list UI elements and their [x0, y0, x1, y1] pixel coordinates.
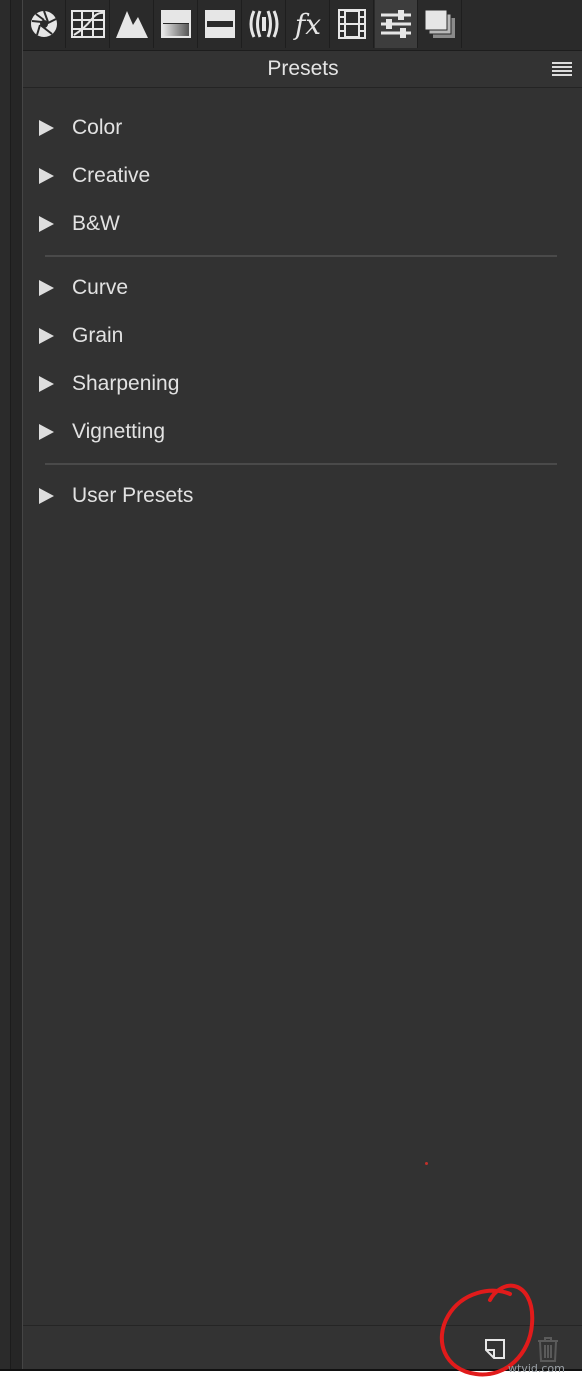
tab-aperture[interactable]	[23, 0, 66, 48]
preset-group-color[interactable]: Color	[38, 108, 122, 148]
expand-triangle-icon	[39, 168, 54, 184]
presets-panel: fx Presets Color Creative B&W Curve Grai…	[22, 0, 582, 1370]
preset-group-label: Sharpening	[72, 372, 180, 395]
tab-gradient[interactable]	[155, 0, 198, 48]
preset-group-user-presets[interactable]: User Presets	[38, 476, 193, 516]
gradient-filter-icon	[161, 10, 191, 38]
tab-presets[interactable]	[375, 0, 418, 48]
preset-group-creative[interactable]: Creative	[38, 156, 150, 196]
panel-footer	[23, 1325, 582, 1370]
tab-layers[interactable]	[419, 0, 462, 48]
panel-gap	[11, 0, 22, 1369]
tab-histogram[interactable]	[111, 0, 154, 48]
tab-film[interactable]	[331, 0, 374, 48]
tab-grid[interactable]	[67, 0, 110, 48]
preset-group-label: Creative	[72, 164, 151, 187]
left-panel-edge	[0, 0, 11, 1369]
grid-icon	[71, 10, 105, 38]
layers-icon	[424, 9, 456, 39]
peaks-icon	[115, 9, 149, 39]
preset-group-label: Curve	[72, 276, 129, 299]
tab-lens[interactable]	[243, 0, 286, 48]
preset-group-label: Vignetting	[72, 420, 166, 443]
preset-group-sharpening[interactable]: Sharpening	[38, 364, 179, 404]
sliders-icon	[380, 9, 412, 39]
tab-split-tone[interactable]	[199, 0, 242, 48]
expand-triangle-icon	[39, 376, 54, 392]
window-bottom-border	[0, 1369, 582, 1371]
panel-title: Presets	[267, 57, 339, 80]
annotation-dot	[425, 1162, 428, 1165]
expand-triangle-icon	[39, 488, 54, 504]
delete-preset-button[interactable]	[536, 1335, 560, 1363]
new-preset-button[interactable]	[482, 1336, 508, 1362]
preset-group-vignetting[interactable]: Vignetting	[38, 412, 165, 452]
hamburger-menu-icon[interactable]	[552, 61, 572, 77]
film-strip-icon	[338, 9, 366, 39]
preset-group-curve[interactable]: Curve	[38, 268, 128, 308]
expand-triangle-icon	[39, 424, 54, 440]
fx-icon: fx	[294, 7, 322, 41]
lens-icon	[249, 9, 279, 39]
aperture-icon	[29, 9, 59, 39]
expand-triangle-icon	[39, 280, 54, 296]
new-preset-icon	[482, 1339, 508, 1366]
preset-group-grain[interactable]: Grain	[38, 316, 123, 356]
split-tone-icon	[205, 10, 235, 38]
expand-triangle-icon	[39, 328, 54, 344]
preset-group-label: B&W	[72, 212, 120, 235]
preset-group-bw[interactable]: B&W	[38, 204, 120, 244]
group-divider	[45, 255, 557, 257]
expand-triangle-icon	[39, 216, 54, 232]
preset-group-label: Grain	[72, 324, 124, 347]
preset-group-label: Color	[72, 116, 123, 139]
preset-group-label: User Presets	[72, 484, 194, 507]
panel-header: Presets	[23, 51, 582, 88]
tab-effects[interactable]: fx	[287, 0, 330, 48]
group-divider	[45, 463, 557, 465]
watermark: wtvid.com	[508, 1362, 565, 1375]
tool-tabs: fx	[23, 0, 582, 51]
expand-triangle-icon	[39, 120, 54, 136]
